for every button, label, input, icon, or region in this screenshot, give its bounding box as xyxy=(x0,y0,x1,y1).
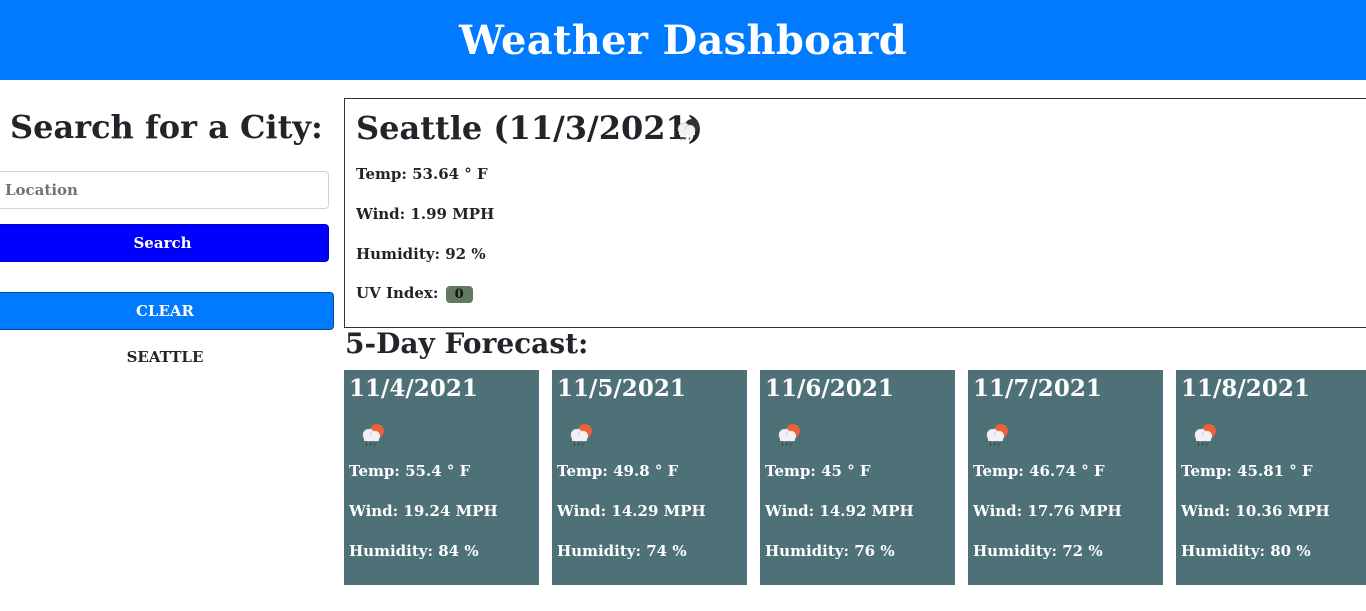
forecast-date: 11/8/2021 xyxy=(1181,375,1310,402)
current-weather-card: Seattle (11/3/2021) Temp: 53.64 ° F Wind… xyxy=(344,98,1366,328)
header-bar: Weather Dashboard xyxy=(0,0,1366,80)
forecast-wind: Wind: 10.36 MPH xyxy=(1181,502,1330,520)
forecast-card: 11/4/2021 Temp: 55.4 ° F Wind: 19.24 MPH Hu… xyxy=(344,370,539,585)
uv-label: UV Index: xyxy=(356,284,439,302)
page-title: Weather Dashboard xyxy=(459,16,907,64)
search-title: Search for a City: xyxy=(10,108,323,146)
clear-button[interactable]: CLEAR xyxy=(0,292,334,330)
forecast-card: 11/6/2021 Temp: 45 ° F Wind: 14.92 MPH Humi… xyxy=(760,370,955,585)
current-temp: Temp: 53.64 ° F xyxy=(356,165,488,183)
forecast-date: 11/4/2021 xyxy=(349,375,478,402)
forecast-date: 11/6/2021 xyxy=(765,375,894,402)
sun-behind-rain-cloud-icon xyxy=(1194,424,1216,447)
forecast-wind: Wind: 19.24 MPH xyxy=(349,502,498,520)
current-city-title: Seattle (11/3/2021) xyxy=(356,109,703,147)
forecast-card: 11/5/2021 Temp: 49.8 ° F Wind: 14.29 MPH Hu… xyxy=(552,370,747,585)
current-uv: UV Index: 0 xyxy=(356,284,473,303)
current-wind: Wind: 1.99 MPH xyxy=(356,205,495,223)
forecast-humidity: Humidity: 80 % xyxy=(1181,542,1311,560)
forecast-date: 11/5/2021 xyxy=(557,375,686,402)
forecast-title: 5-Day Forecast: xyxy=(345,327,589,360)
forecast-temp: Temp: 55.4 ° F xyxy=(349,462,471,480)
sun-behind-rain-cloud-icon xyxy=(570,424,592,447)
sun-behind-rain-cloud-icon xyxy=(362,424,384,447)
current-humidity: Humidity: 92 % xyxy=(356,245,486,263)
forecast-humidity: Humidity: 84 % xyxy=(349,542,479,560)
forecast-wind: Wind: 14.29 MPH xyxy=(557,502,706,520)
forecast-temp: Temp: 45.81 ° F xyxy=(1181,462,1313,480)
rain-cloud-icon xyxy=(677,119,699,141)
forecast-temp: Temp: 49.8 ° F xyxy=(557,462,679,480)
forecast-temp: Temp: 46.74 ° F xyxy=(973,462,1105,480)
sidebar: Search for a City: Search CLEAR SEATTLE xyxy=(0,80,335,611)
uv-index-badge: 0 xyxy=(445,286,473,303)
forecast-wind: Wind: 17.76 MPH xyxy=(973,502,1122,520)
forecast-humidity: Humidity: 76 % xyxy=(765,542,895,560)
forecast-date: 11/7/2021 xyxy=(973,375,1102,402)
forecast-card: 11/7/2021 Temp: 46.74 ° F Wind: 17.76 MPH H… xyxy=(968,370,1163,585)
forecast-humidity: Humidity: 72 % xyxy=(973,542,1103,560)
forecast-wind: Wind: 14.92 MPH xyxy=(765,502,914,520)
forecast-humidity: Humidity: 74 % xyxy=(557,542,687,560)
search-button[interactable]: Search xyxy=(0,224,329,262)
history-item-seattle[interactable]: SEATTLE xyxy=(0,348,330,366)
sun-behind-rain-cloud-icon xyxy=(986,424,1008,447)
sun-behind-rain-cloud-icon xyxy=(778,424,800,447)
forecast-temp: Temp: 45 ° F xyxy=(765,462,871,480)
forecast-card: 11/8/2021 Temp: 45.81 ° F Wind: 10.36 MPH H… xyxy=(1176,370,1366,585)
search-input[interactable] xyxy=(0,171,329,209)
